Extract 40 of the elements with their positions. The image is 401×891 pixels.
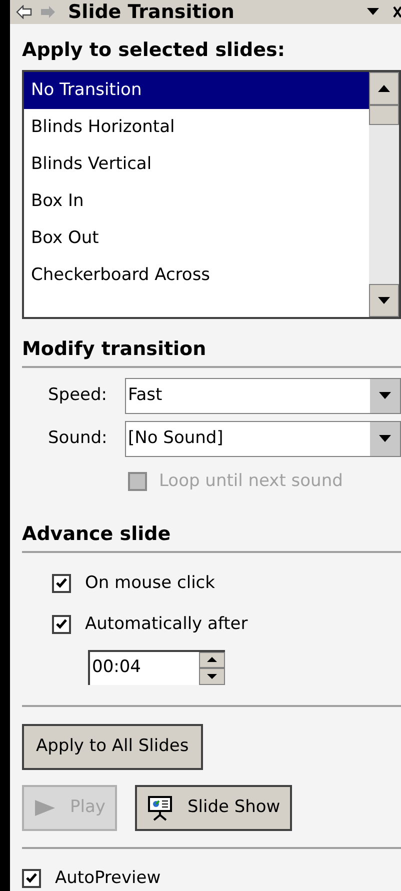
scrollbar-thumb[interactable] [369, 105, 399, 125]
projector-screen-icon [147, 794, 174, 820]
scrollbar[interactable] [369, 72, 399, 317]
dropdown-arrow-icon [379, 435, 391, 442]
section-heading: Apply to selected slides: [22, 38, 286, 62]
checkmark-icon [55, 576, 68, 590]
close-icon[interactable] [393, 4, 401, 19]
section-heading: Advance slide [22, 523, 171, 545]
slide-show-button[interactable]: Slide Show [135, 784, 292, 830]
checkbox[interactable] [52, 615, 71, 634]
time-spinner[interactable]: 00:04 [88, 650, 225, 684]
checkbox-label: AutoPreview [55, 866, 161, 890]
checkbox-label: On mouse click [85, 572, 215, 594]
list-item[interactable]: Blinds Horizontal [24, 109, 369, 146]
field-label: Sound: [48, 426, 108, 450]
checkmark-icon [25, 872, 38, 885]
scroll-up-icon[interactable] [378, 85, 390, 92]
dropdown[interactable]: [No Sound] [125, 420, 401, 456]
dropdown[interactable]: Fast [125, 378, 401, 414]
checkbox-label: Automatically after [85, 613, 248, 636]
up-arrow-icon[interactable] [207, 657, 217, 662]
list-item[interactable]: No Transition [24, 72, 369, 109]
back-arrow-icon[interactable] [16, 4, 32, 19]
checkbox[interactable] [22, 868, 41, 888]
checkbox-label: Loop until next sound [159, 470, 343, 492]
checkmark-icon [55, 618, 68, 632]
list-item[interactable]: Checkerboard Across [24, 257, 369, 294]
dropdown-arrow-icon[interactable] [367, 8, 379, 16]
list-item[interactable]: Box Out [24, 220, 369, 257]
down-arrow-icon[interactable] [207, 674, 217, 679]
list-item[interactable]: Blinds Vertical [24, 146, 369, 183]
checkbox[interactable] [52, 574, 71, 593]
apply-all-button[interactable]: Apply to All Slides [22, 724, 203, 770]
play-icon [34, 798, 56, 816]
section-heading: Modify transition [22, 338, 206, 360]
dropdown-arrow-icon [379, 392, 391, 399]
scroll-down-icon[interactable] [378, 297, 390, 304]
field-label: Speed: [48, 384, 108, 407]
panel-title: Slide Transition [68, 0, 234, 24]
list-item[interactable]: Box In [24, 183, 369, 220]
